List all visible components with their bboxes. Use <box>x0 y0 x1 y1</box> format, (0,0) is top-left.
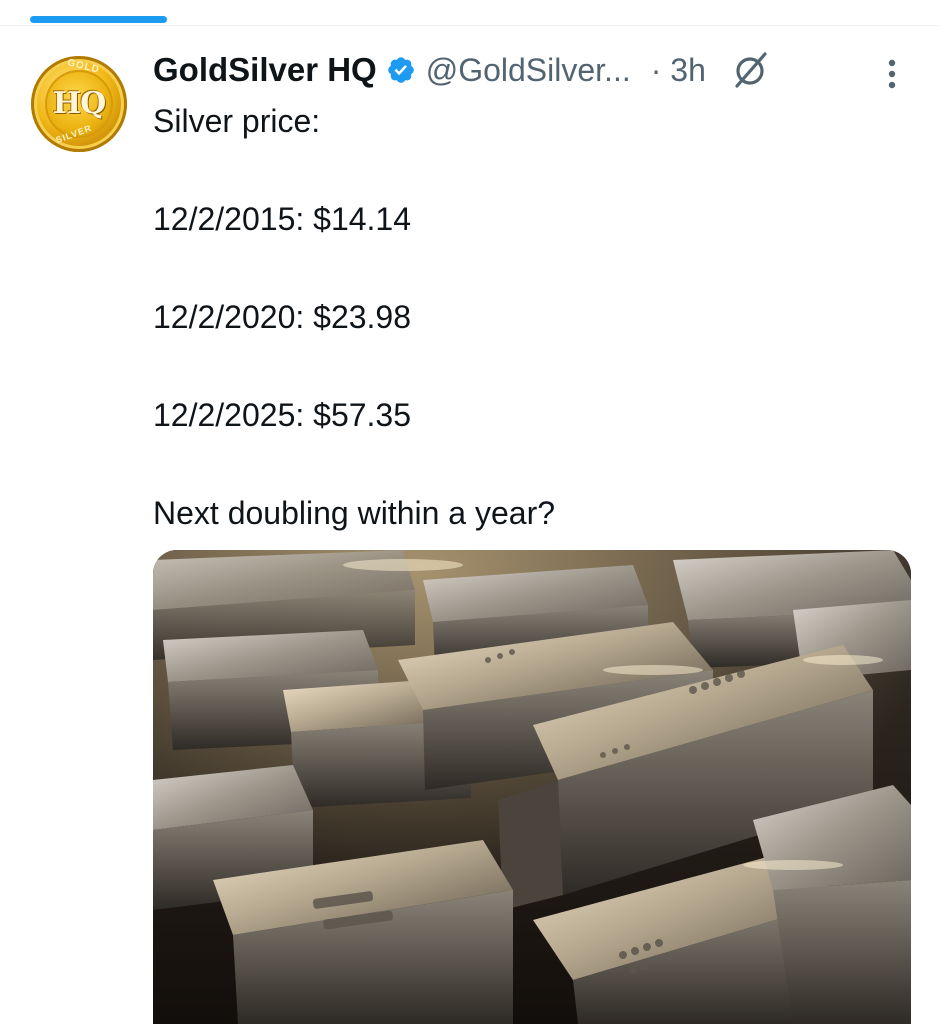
tweet-text-line: Next doubling within a year? <box>153 495 556 531</box>
avatar[interactable]: GOLD HQ SILVER <box>31 56 127 152</box>
tweet-text-line: 12/2/2020: $23.98 <box>153 299 412 335</box>
verified-badge-icon[interactable] <box>386 55 416 85</box>
silver-bars-illustration <box>153 550 911 1024</box>
tweet-text-line: 12/2/2025: $57.35 <box>153 397 412 433</box>
tweet-text: Silver price: 12/2/2015: $14.14 12/2/202… <box>153 100 913 534</box>
avatar-logo-text: HQ <box>52 86 106 121</box>
line-break <box>153 436 913 492</box>
line-break <box>153 142 913 198</box>
timestamp[interactable]: · 3h <box>651 52 706 89</box>
more-vertical-icon[interactable] <box>880 56 904 92</box>
display-name[interactable]: GoldSilver HQ <box>153 51 377 89</box>
line-break <box>153 338 913 394</box>
grok-icon[interactable] <box>730 50 770 90</box>
tweet-header: GoldSilver HQ @GoldSilver... · 3h <box>153 48 770 92</box>
tweet-text-line: 12/2/2015: $14.14 <box>153 201 412 237</box>
divider <box>0 25 940 26</box>
line-break <box>153 240 913 296</box>
active-tab-indicator <box>30 16 167 23</box>
author-handle[interactable]: @GoldSilver... <box>426 52 631 89</box>
tweet-media-image[interactable] <box>153 550 911 1024</box>
tweet-text-line: Silver price: <box>153 103 321 139</box>
